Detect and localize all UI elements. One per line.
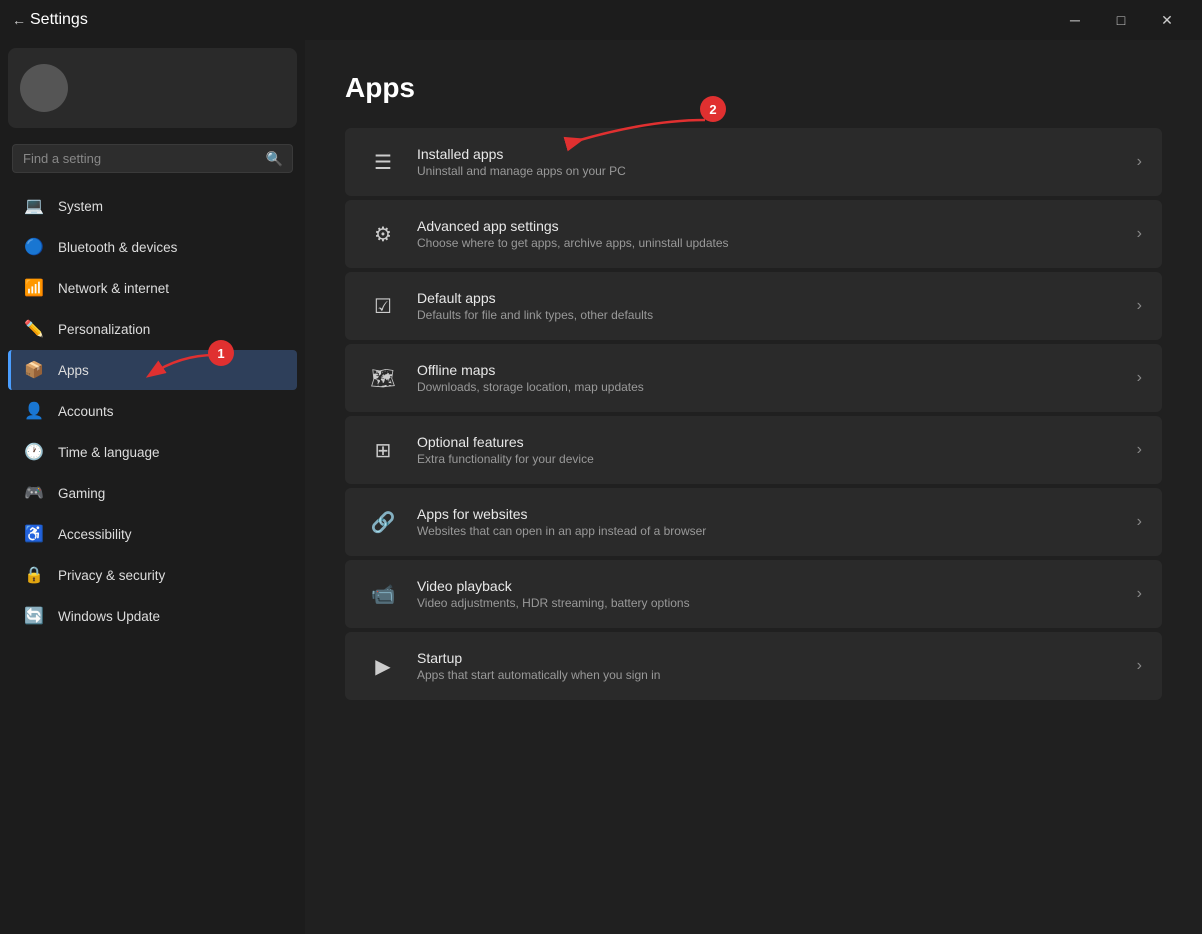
nav-icon-system: 💻: [24, 196, 44, 216]
chevron-icon-video-playback: ›: [1137, 585, 1142, 603]
page-title: Apps: [345, 72, 1162, 104]
sidebar-item-accounts[interactable]: 👤 Accounts: [8, 391, 297, 431]
settings-icon-default-apps: ☑: [365, 288, 401, 324]
chevron-icon-advanced-app-settings: ›: [1137, 225, 1142, 243]
nav-list: 💻 System 🔵 Bluetooth & devices 📶 Network…: [0, 181, 305, 926]
settings-item-offline-maps[interactable]: 🗺 Offline maps Downloads, storage locati…: [345, 344, 1162, 412]
nav-label-system: System: [58, 199, 103, 214]
nav-icon-time: 🕐: [24, 442, 44, 462]
settings-icon-startup: ▶: [365, 648, 401, 684]
sidebar-item-personalization[interactable]: ✏️ Personalization: [8, 309, 297, 349]
window-controls: ─ □ ✕: [1052, 4, 1190, 36]
settings-title-default-apps: Default apps: [417, 290, 1121, 306]
settings-icon-apps-for-websites: 🔗: [365, 504, 401, 540]
settings-title-offline-maps: Offline maps: [417, 362, 1121, 378]
nav-icon-gaming: 🎮: [24, 483, 44, 503]
avatar: [20, 64, 68, 112]
search-input[interactable]: [12, 144, 293, 173]
close-button[interactable]: ✕: [1144, 4, 1190, 36]
settings-text-video-playback: Video playback Video adjustments, HDR st…: [417, 578, 1121, 610]
settings-title-installed-apps: Installed apps: [417, 146, 1121, 162]
minimize-button[interactable]: ─: [1052, 4, 1098, 36]
nav-label-network: Network & internet: [58, 281, 169, 296]
nav-icon-apps: 📦: [24, 360, 44, 380]
sidebar-item-gaming[interactable]: 🎮 Gaming: [8, 473, 297, 513]
nav-label-gaming: Gaming: [58, 486, 105, 501]
sidebar-item-apps[interactable]: 📦 Apps: [8, 350, 297, 390]
chevron-icon-optional-features: ›: [1137, 441, 1142, 459]
settings-title-optional-features: Optional features: [417, 434, 1121, 450]
settings-item-video-playback[interactable]: 📹 Video playback Video adjustments, HDR …: [345, 560, 1162, 628]
chevron-icon-startup: ›: [1137, 657, 1142, 675]
settings-desc-optional-features: Extra functionality for your device: [417, 452, 1121, 466]
nav-icon-personalization: ✏️: [24, 319, 44, 339]
chevron-icon-offline-maps: ›: [1137, 369, 1142, 387]
settings-title-apps-for-websites: Apps for websites: [417, 506, 1121, 522]
settings-title-advanced-app-settings: Advanced app settings: [417, 218, 1121, 234]
chevron-icon-default-apps: ›: [1137, 297, 1142, 315]
settings-icon-installed-apps: ☰: [365, 144, 401, 180]
settings-item-apps-for-websites[interactable]: 🔗 Apps for websites Websites that can op…: [345, 488, 1162, 556]
settings-desc-default-apps: Defaults for file and link types, other …: [417, 308, 1121, 322]
settings-text-apps-for-websites: Apps for websites Websites that can open…: [417, 506, 1121, 538]
settings-item-default-apps[interactable]: ☑ Default apps Defaults for file and lin…: [345, 272, 1162, 340]
settings-text-optional-features: Optional features Extra functionality fo…: [417, 434, 1121, 466]
nav-label-privacy: Privacy & security: [58, 568, 165, 583]
content-area: 🔍 💻 System 🔵 Bluetooth & devices 📶 Netwo…: [0, 40, 1202, 934]
title-bar: ← Settings ─ □ ✕: [0, 0, 1202, 40]
back-icon[interactable]: ←: [12, 12, 26, 28]
settings-title-video-playback: Video playback: [417, 578, 1121, 594]
sidebar-item-accessibility[interactable]: ♿ Accessibility: [8, 514, 297, 554]
settings-text-installed-apps: Installed apps Uninstall and manage apps…: [417, 146, 1121, 178]
settings-icon-video-playback: 📹: [365, 576, 401, 612]
settings-desc-startup: Apps that start automatically when you s…: [417, 668, 1121, 682]
settings-text-advanced-app-settings: Advanced app settings Choose where to ge…: [417, 218, 1121, 250]
nav-icon-accessibility: ♿: [24, 524, 44, 544]
settings-icon-advanced-app-settings: ⚙: [365, 216, 401, 252]
settings-desc-offline-maps: Downloads, storage location, map updates: [417, 380, 1121, 394]
nav-label-update: Windows Update: [58, 609, 160, 624]
settings-icon-optional-features: ⊞: [365, 432, 401, 468]
nav-icon-update: 🔄: [24, 606, 44, 626]
profile-area: [8, 48, 297, 128]
nav-icon-network: 📶: [24, 278, 44, 298]
nav-label-time: Time & language: [58, 445, 160, 460]
settings-item-optional-features[interactable]: ⊞ Optional features Extra functionality …: [345, 416, 1162, 484]
nav-icon-bluetooth: 🔵: [24, 237, 44, 257]
settings-desc-advanced-app-settings: Choose where to get apps, archive apps, …: [417, 236, 1121, 250]
search-box: 🔍: [12, 144, 293, 173]
maximize-button[interactable]: □: [1098, 4, 1144, 36]
nav-label-personalization: Personalization: [58, 322, 150, 337]
settings-icon-offline-maps: 🗺: [365, 360, 401, 396]
nav-icon-privacy: 🔒: [24, 565, 44, 585]
chevron-icon-installed-apps: ›: [1137, 153, 1142, 171]
settings-text-default-apps: Default apps Defaults for file and link …: [417, 290, 1121, 322]
settings-desc-apps-for-websites: Websites that can open in an app instead…: [417, 524, 1121, 538]
nav-label-apps: Apps: [58, 363, 89, 378]
sidebar: 🔍 💻 System 🔵 Bluetooth & devices 📶 Netwo…: [0, 40, 305, 934]
sidebar-item-bluetooth[interactable]: 🔵 Bluetooth & devices: [8, 227, 297, 267]
nav-label-bluetooth: Bluetooth & devices: [58, 240, 177, 255]
settings-item-installed-apps[interactable]: ☰ Installed apps Uninstall and manage ap…: [345, 128, 1162, 196]
sidebar-item-network[interactable]: 📶 Network & internet: [8, 268, 297, 308]
sidebar-item-system[interactable]: 💻 System: [8, 186, 297, 226]
settings-item-startup[interactable]: ▶ Startup Apps that start automatically …: [345, 632, 1162, 700]
settings-text-offline-maps: Offline maps Downloads, storage location…: [417, 362, 1121, 394]
settings-text-startup: Startup Apps that start automatically wh…: [417, 650, 1121, 682]
nav-label-accessibility: Accessibility: [58, 527, 132, 542]
sidebar-item-privacy[interactable]: 🔒 Privacy & security: [8, 555, 297, 595]
search-icon: 🔍: [266, 150, 283, 167]
settings-list: ☰ Installed apps Uninstall and manage ap…: [345, 128, 1162, 700]
chevron-icon-apps-for-websites: ›: [1137, 513, 1142, 531]
settings-desc-installed-apps: Uninstall and manage apps on your PC: [417, 164, 1121, 178]
title-bar-title: Settings: [30, 11, 88, 29]
settings-desc-video-playback: Video adjustments, HDR streaming, batter…: [417, 596, 1121, 610]
main-content: Apps ☰ Installed apps Uninstall and mana…: [305, 40, 1202, 934]
settings-item-advanced-app-settings[interactable]: ⚙ Advanced app settings Choose where to …: [345, 200, 1162, 268]
sidebar-item-time[interactable]: 🕐 Time & language: [8, 432, 297, 472]
nav-icon-accounts: 👤: [24, 401, 44, 421]
nav-label-accounts: Accounts: [58, 404, 114, 419]
settings-title-startup: Startup: [417, 650, 1121, 666]
sidebar-item-update[interactable]: 🔄 Windows Update: [8, 596, 297, 636]
